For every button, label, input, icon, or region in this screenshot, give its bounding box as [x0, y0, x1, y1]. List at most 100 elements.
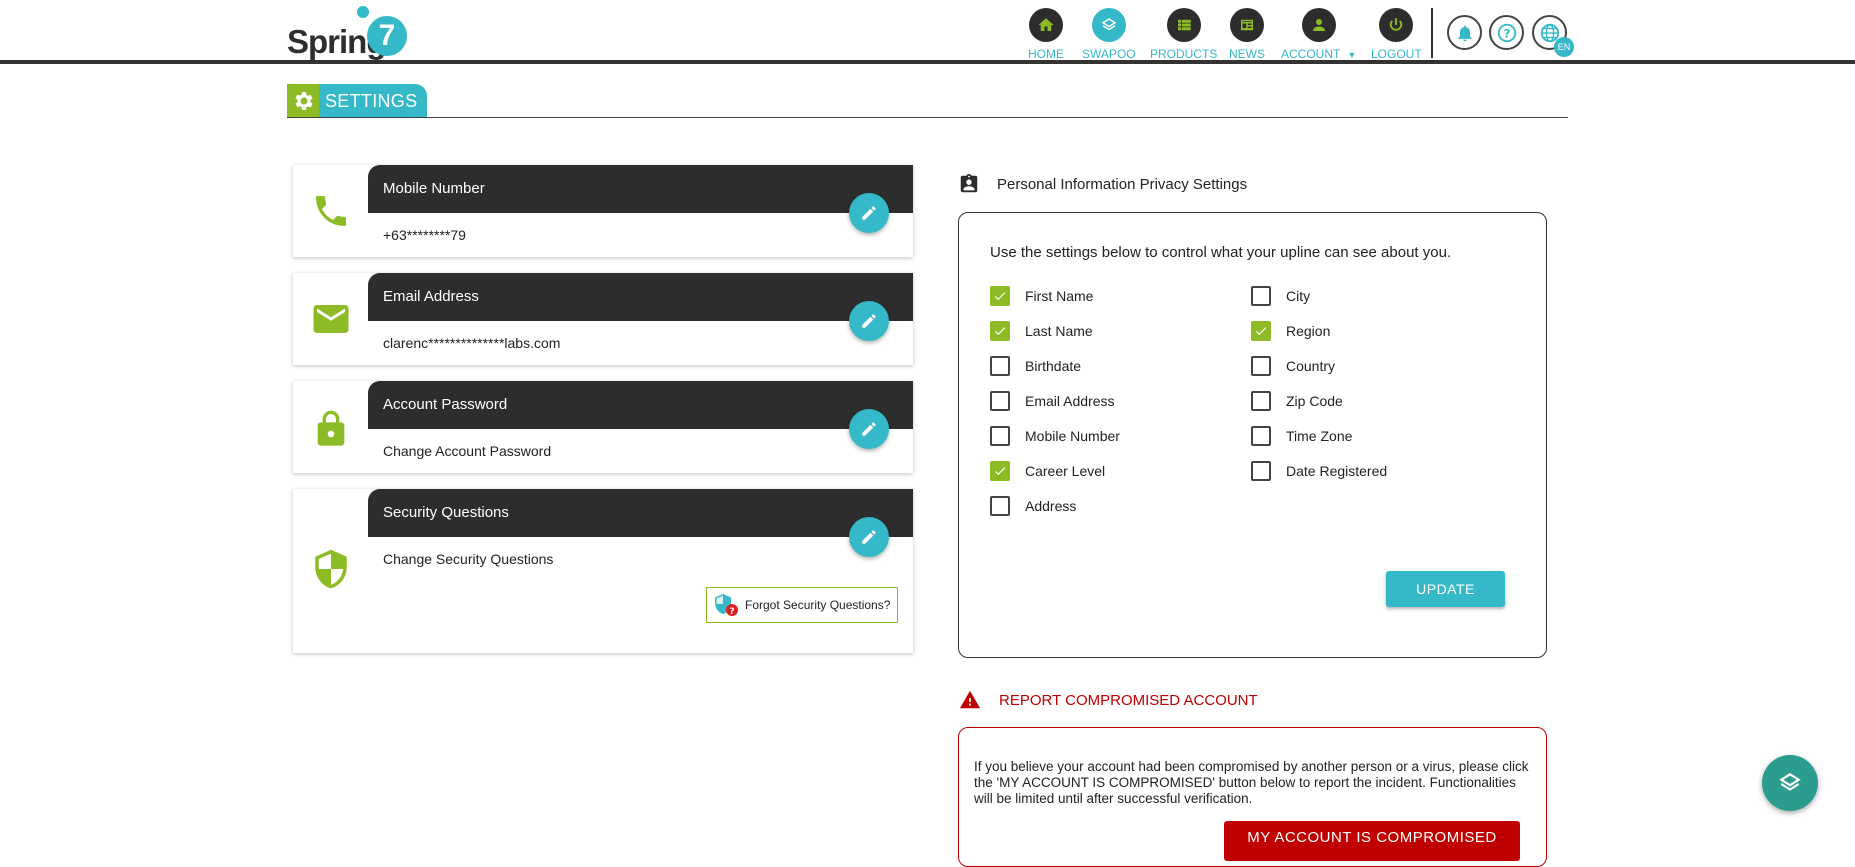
privacy-option-label: Time Zone — [1286, 428, 1353, 444]
nav-logout[interactable]: LOGOUT — [1371, 8, 1422, 61]
privacy-option-date-registered[interactable]: Date Registered — [1251, 461, 1387, 481]
privacy-settings-panel: Use the settings below to control what y… — [958, 212, 1547, 658]
help-button[interactable]: ? — [1489, 15, 1524, 50]
assignment-ind-icon — [960, 173, 978, 193]
privacy-option-label: Zip Code — [1286, 393, 1343, 409]
pencil-icon — [862, 206, 876, 220]
privacy-option-country[interactable]: Country — [1251, 356, 1335, 376]
checkbox-unchecked[interactable] — [1251, 461, 1271, 481]
privacy-option-label: Mobile Number — [1025, 428, 1120, 444]
swapoo-icon — [1091, 8, 1126, 42]
report-heading: REPORT COMPROMISED ACCOUNT — [958, 689, 1258, 711]
nav-products[interactable]: PRODUCTS — [1150, 8, 1217, 61]
privacy-option-last-name[interactable]: Last Name — [990, 321, 1093, 341]
report-heading-text: REPORT COMPROMISED ACCOUNT — [999, 691, 1258, 709]
checkbox-unchecked[interactable] — [1251, 391, 1271, 411]
check-icon — [994, 467, 1006, 476]
phone-icon — [307, 187, 355, 235]
change-password-link[interactable]: Change Account Password — [383, 443, 551, 459]
warning-icon — [959, 690, 981, 709]
svg-text:?: ? — [1503, 26, 1510, 40]
products-icon — [1166, 8, 1201, 42]
nav-label-products: PRODUCTS — [1150, 47, 1218, 61]
checkbox-checked[interactable] — [990, 286, 1010, 306]
privacy-option-birthdate[interactable]: Birthdate — [990, 356, 1081, 376]
edit-security-questions-button[interactable] — [849, 517, 889, 557]
account-icon — [1301, 8, 1336, 42]
privacy-option-address[interactable]: Address — [990, 496, 1076, 516]
privacy-option-time-zone[interactable]: Time Zone — [1251, 426, 1352, 446]
report-panel: If you believe your account had been com… — [958, 727, 1547, 867]
pencil-icon — [862, 422, 876, 436]
mobile-number-value: +63********79 — [383, 227, 466, 243]
checkbox-checked[interactable] — [990, 321, 1010, 341]
privacy-heading-text: Personal Information Privacy Settings — [997, 175, 1248, 193]
page-title: SETTINGS — [325, 90, 418, 111]
help-icon: ? — [1497, 23, 1516, 42]
pencil-icon — [862, 530, 876, 544]
privacy-option-career-level[interactable]: Career Level — [990, 461, 1105, 481]
edit-mobile-button[interactable] — [849, 193, 889, 233]
privacy-option-first-name[interactable]: First Name — [990, 286, 1093, 306]
notifications-button[interactable] — [1447, 15, 1482, 50]
forgot-security-questions-button[interactable]: ? Forgot Security Questions? — [706, 587, 898, 623]
checkbox-unchecked[interactable] — [990, 496, 1010, 516]
privacy-option-zip-code[interactable]: Zip Code — [1251, 391, 1343, 411]
account-compromised-button[interactable]: MY ACCOUNT IS COMPROMISED — [1224, 821, 1520, 861]
card-title: Security Questions — [368, 489, 913, 537]
shield-question-icon: ? — [715, 594, 738, 617]
edit-email-button[interactable] — [849, 301, 889, 341]
svg-text:?: ? — [729, 607, 734, 617]
privacy-option-mobile-number[interactable]: Mobile Number — [990, 426, 1120, 446]
checkbox-checked[interactable] — [1251, 321, 1271, 341]
gear-icon — [287, 84, 319, 118]
home-icon — [1029, 8, 1063, 42]
privacy-option-city[interactable]: City — [1251, 286, 1310, 306]
privacy-intro-text: Use the settings below to control what y… — [990, 244, 1452, 261]
update-button[interactable]: UPDATE — [1386, 571, 1505, 607]
chevron-down-icon: ▼ — [1347, 50, 1357, 60]
checkbox-unchecked[interactable] — [1251, 426, 1271, 446]
nav-account[interactable]: ACCOUNT ▼ — [1281, 8, 1356, 61]
privacy-option-label: Region — [1286, 323, 1331, 339]
title-divider — [287, 117, 1568, 118]
card-title: Mobile Number — [368, 165, 913, 213]
report-description: If you believe your account had been com… — [974, 759, 1529, 806]
settings-tab: SETTINGS — [287, 84, 427, 118]
checkbox-unchecked[interactable] — [990, 426, 1010, 446]
privacy-option-email-address[interactable]: Email Address — [990, 391, 1114, 411]
checkbox-unchecked[interactable] — [990, 391, 1010, 411]
nav-swapoo[interactable]: SWAPOO — [1082, 8, 1136, 61]
bell-icon — [1457, 25, 1472, 41]
nav-news[interactable]: NEWS — [1229, 8, 1265, 61]
privacy-option-label: City — [1286, 288, 1311, 304]
spring7-logo[interactable]: Spring 7 — [287, 6, 412, 60]
logo-dot — [357, 6, 369, 18]
forgot-security-questions-label: Forgot Security Questions? — [745, 598, 891, 612]
password-card: Account Password Change Account Password — [293, 381, 913, 473]
mail-icon — [307, 295, 355, 343]
nav-home[interactable]: HOME — [1028, 8, 1064, 61]
privacy-option-label: Email Address — [1025, 393, 1115, 409]
security-questions-card: Security Questions Change Security Quest… — [293, 489, 913, 653]
swapoo-floating-button[interactable] — [1762, 755, 1818, 811]
change-security-questions-link[interactable]: Change Security Questions — [383, 551, 553, 567]
checkbox-unchecked[interactable] — [1251, 286, 1271, 306]
checkbox-unchecked[interactable] — [1251, 356, 1271, 376]
privacy-option-label: Address — [1025, 498, 1077, 514]
check-icon — [1255, 327, 1267, 336]
nav-label-account: ACCOUNT ▼ — [1281, 47, 1357, 61]
logo-number: 7 — [367, 16, 407, 56]
card-title: Email Address — [368, 273, 913, 321]
mobile-number-card: Mobile Number +63********79 — [293, 165, 913, 257]
checkbox-checked[interactable] — [990, 461, 1010, 481]
privacy-option-region[interactable]: Region — [1251, 321, 1330, 341]
checkbox-unchecked[interactable] — [990, 356, 1010, 376]
top-header: Spring 7 HOME SWAPOO PRODUCTS NEWS ACCOU… — [0, 0, 1855, 64]
shield-icon — [307, 545, 355, 593]
email-value: clarenc**************labs.com — [383, 335, 561, 351]
check-icon — [994, 327, 1006, 336]
edit-password-button[interactable] — [849, 409, 889, 449]
nav-label-swapoo: SWAPOO — [1082, 47, 1136, 61]
nav-label-logout: LOGOUT — [1371, 47, 1422, 61]
